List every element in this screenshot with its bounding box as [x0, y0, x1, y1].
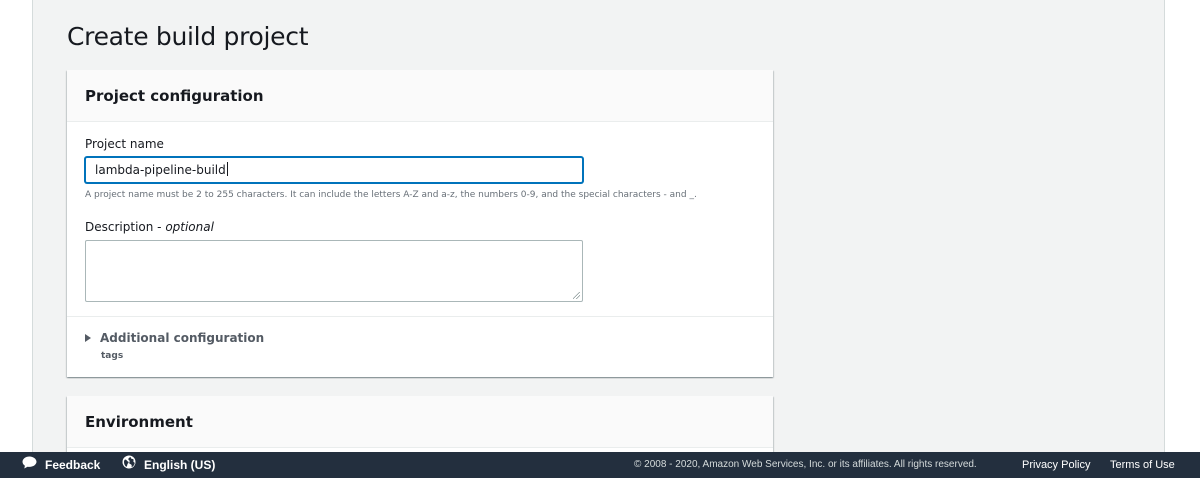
- additional-configuration-subtitle: tags: [101, 351, 124, 361]
- feedback-button[interactable]: Feedback: [22, 452, 100, 478]
- additional-configuration-label: Additional configuration: [100, 331, 265, 345]
- feedback-label: Feedback: [45, 458, 101, 472]
- environment-panel: Environment: [67, 396, 773, 456]
- description-label: Description - optional: [85, 220, 214, 234]
- description-optional-text: optional: [165, 220, 214, 234]
- resize-grip-icon[interactable]: [573, 292, 580, 299]
- console-footer: Feedback English (US) © 2008 - 2020, Ama…: [0, 452, 1200, 478]
- project-name-hint: A project name must be 2 to 255 characte…: [85, 190, 697, 200]
- text-caret: [226, 162, 228, 176]
- speech-bubble-icon: [22, 452, 37, 478]
- additional-configuration-toggle[interactable]: Additional configuration: [85, 331, 264, 345]
- language-label: English (US): [144, 458, 216, 472]
- page-title: Create build project: [67, 22, 309, 51]
- project-name-input[interactable]: lambda-pipeline-build: [85, 157, 583, 183]
- description-label-text: Description -: [85, 220, 166, 234]
- globe-icon: [122, 452, 136, 478]
- project-configuration-heading: Project configuration: [85, 87, 264, 105]
- privacy-policy-link[interactable]: Privacy Policy: [1022, 452, 1090, 478]
- project-name-value: lambda-pipeline-build: [95, 163, 226, 177]
- language-selector[interactable]: English (US): [122, 452, 215, 478]
- caret-right-icon: [85, 334, 91, 342]
- terms-of-use-link[interactable]: Terms of Use: [1110, 452, 1175, 478]
- environment-heading: Environment: [85, 413, 193, 431]
- panel-header: Project configuration: [67, 70, 773, 122]
- project-configuration-panel: Project configuration Project name lambd…: [67, 70, 773, 377]
- description-textarea[interactable]: [85, 240, 583, 302]
- panel-header: Environment: [67, 396, 773, 448]
- divider: [67, 316, 773, 317]
- project-name-label: Project name: [85, 137, 164, 151]
- copyright-text: © 2008 - 2020, Amazon Web Services, Inc.…: [634, 459, 977, 470]
